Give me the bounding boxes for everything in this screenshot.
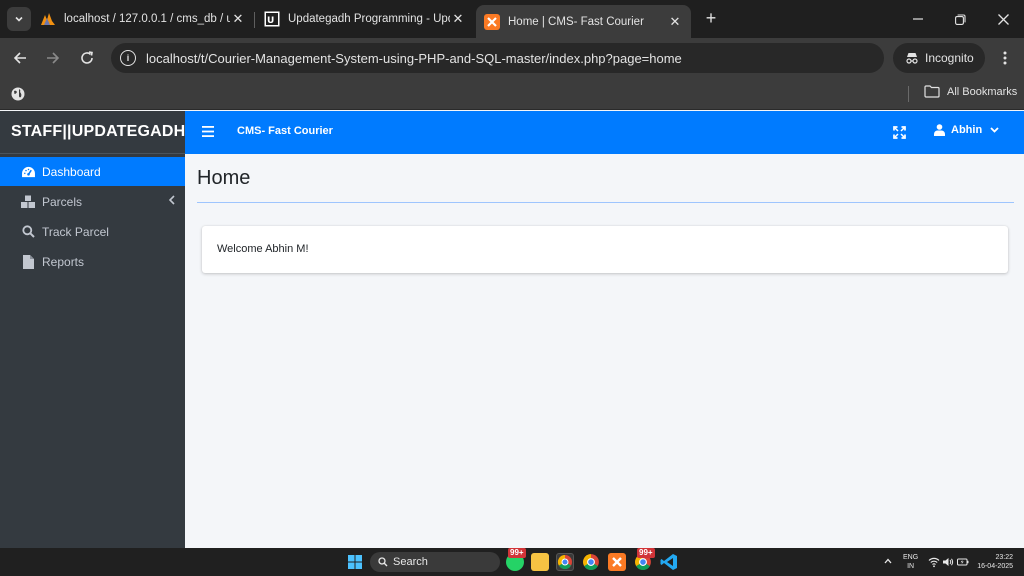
chevron-up-icon[interactable] [884,556,892,567]
xampp-icon [484,13,500,30]
dashboard-icon [20,164,36,180]
phpmyadmin-icon [40,11,56,27]
tab-title: localhost / 127.0.0.1 / cms_db / us [64,13,230,25]
clock-time: 23:22 [995,554,1013,561]
top-navbar: CMS- Fast Courier Abhin [185,111,1024,154]
wifi-icon[interactable] [928,556,940,568]
file-explorer-icon[interactable] [531,553,549,571]
sidebar-item-reports[interactable]: Reports [0,247,185,276]
bookmarks-bar: All Bookmarks [0,78,1024,110]
battery-icon[interactable] [957,556,969,568]
sidebar-item-label: Reports [42,254,85,269]
folder-icon [924,85,940,98]
close-window-button[interactable] [983,7,1023,31]
sidebar-item-track-parcel[interactable]: Track Parcel [0,217,185,246]
brand-logo-text[interactable]: STAFF||UPDATEGADH [0,111,185,154]
taskbar-search-label: Search [393,556,428,568]
arrow-right-icon [47,52,60,64]
boxes-icon [20,194,36,210]
clock-date: 16-04-2025 [977,563,1013,570]
back-button[interactable] [8,46,32,70]
vscode-icon[interactable] [660,553,678,571]
notification-badge: 99+ [637,548,655,558]
page-title: Home [197,167,251,189]
browser-tab[interactable]: localhost / 127.0.0.1 / cms_db / us ✕ [40,5,246,33]
bookmarks-separator [908,86,909,102]
address-bar[interactable]: i localhost/t/Courier-Management-System-… [111,43,884,73]
sidebar: STAFF||UPDATEGADH Dashboard Parcels Trac… [0,111,185,548]
chevron-down-icon [990,127,999,133]
new-tab-button[interactable]: + [700,8,722,30]
close-icon[interactable]: ✕ [450,11,466,27]
file-icon [20,254,36,270]
chrome-icon[interactable] [556,553,574,571]
sidebar-item-label: Track Parcel [42,224,109,239]
tab-title: Home | CMS- Fast Courier [508,15,644,28]
notification-badge: 99+ [508,548,526,558]
search-icon [378,557,388,567]
reload-icon [81,51,93,64]
all-bookmarks-label: All Bookmarks [947,85,1018,98]
volume-icon[interactable] [942,556,954,568]
language-code: ENG [903,554,919,561]
reload-button[interactable] [75,46,99,70]
sidebar-item-parcels[interactable]: Parcels [0,187,185,216]
forward-button[interactable] [41,46,65,70]
globe-icon[interactable] [10,86,26,102]
main-content: Home Welcome Abhin M! [185,154,1024,548]
restore-icon [954,13,966,25]
restore-button[interactable] [940,7,980,31]
hamburger-menu-icon[interactable] [202,126,214,137]
browser-tab[interactable]: U Updategadh Programming - Upda ✕ [264,5,466,33]
sidebar-item-label: Dashboard [42,164,101,179]
close-icon[interactable]: ✕ [667,14,683,30]
tab-separator [254,12,255,28]
browser-tab-active[interactable]: Home | CMS- Fast Courier ✕ [476,5,691,38]
minimize-button[interactable] [898,7,938,31]
chevron-down-icon [15,16,23,22]
url-text[interactable]: localhost/t/Courier-Management-System-us… [146,51,682,66]
xampp-icon[interactable] [608,553,626,571]
close-icon[interactable]: ✕ [230,11,246,27]
all-bookmarks-button[interactable]: All Bookmarks [924,85,1017,98]
app-title[interactable]: CMS- Fast Courier [237,125,333,137]
minimize-icon [913,18,923,20]
title-divider [197,202,1014,203]
welcome-text: Welcome Abhin M! [217,243,309,255]
fullscreen-icon[interactable] [893,126,906,139]
region-code: IN [907,563,915,570]
taskbar-search-box[interactable]: Search [370,552,500,572]
user-menu-dropdown[interactable]: Abhin [934,124,1005,136]
site-info-icon[interactable]: i [120,50,136,66]
system-clock[interactable]: 23:22 16-04-2025 [975,553,1013,571]
search-icon [20,224,36,240]
chevron-left-icon [168,195,175,208]
svg-text:U: U [267,16,274,26]
input-language[interactable]: ENG IN [903,553,918,571]
incognito-icon [906,53,918,64]
incognito-indicator[interactable]: Incognito [893,43,985,73]
browser-menu-button[interactable] [993,46,1017,70]
chrome-alt-icon[interactable] [582,553,600,571]
tab-search-button[interactable] [7,7,31,31]
windows-start-icon[interactable] [348,555,362,569]
sidebar-item-dashboard[interactable]: Dashboard [0,157,185,186]
browser-tab-strip: localhost / 127.0.0.1 / cms_db / us ✕ U … [0,0,1024,38]
updategadh-icon: U [264,11,280,27]
sidebar-item-label: Parcels [42,194,83,209]
incognito-label: Incognito [925,51,974,65]
user-name: Abhin [951,124,983,136]
sidebar-nav: Dashboard Parcels Track Parcel Reports [0,154,185,276]
more-vertical-icon [1003,51,1007,65]
arrow-left-icon [13,52,26,64]
tab-title: Updategadh Programming - Upda [288,13,450,25]
browser-toolbar: i localhost/t/Courier-Management-System-… [0,38,1024,104]
windows-taskbar: Search 99+ 99+ ENG IN 23:22 16-04-2025 [0,548,1024,576]
close-icon [997,13,1009,25]
user-icon [934,124,945,136]
welcome-card: Welcome Abhin M! [202,226,1008,273]
